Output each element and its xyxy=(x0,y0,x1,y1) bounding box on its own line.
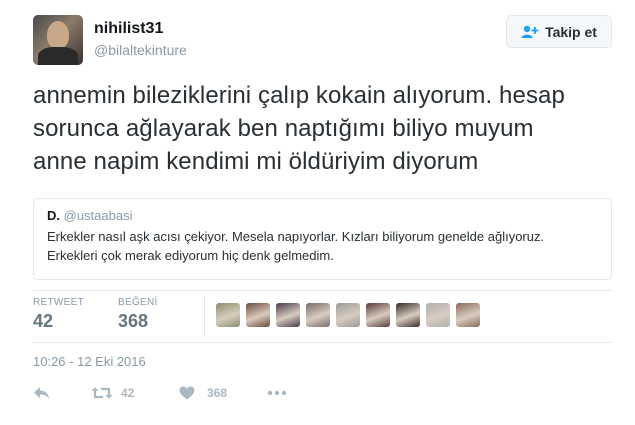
liker-avatar[interactable] xyxy=(456,303,480,327)
user-avatar[interactable] xyxy=(33,15,83,65)
retweet-stat-label: RETWEET xyxy=(33,297,84,308)
stats-separator xyxy=(204,296,205,336)
follow-button[interactable]: Takip et xyxy=(506,15,612,48)
liker-avatar[interactable] xyxy=(306,303,330,327)
like-stat[interactable]: BEĞENİ 368 xyxy=(118,297,158,332)
tweet-timestamp[interactable]: 10:26 - 12 Eki 2016 xyxy=(33,354,146,369)
liker-avatar[interactable] xyxy=(246,303,270,327)
stats-bottom-divider xyxy=(33,342,612,343)
liker-avatar[interactable] xyxy=(216,303,240,327)
retweet-icon xyxy=(91,387,113,399)
liker-avatar[interactable] xyxy=(276,303,300,327)
like-action-count: 368 xyxy=(207,386,228,400)
heart-icon xyxy=(179,386,195,400)
quote-author-name: D. xyxy=(47,208,60,223)
liker-avatars xyxy=(216,303,486,327)
reply-button[interactable] xyxy=(33,386,91,400)
more-dots-icon xyxy=(267,390,287,396)
more-button[interactable] xyxy=(267,390,287,396)
liker-avatar[interactable] xyxy=(336,303,360,327)
quote-author-handle: @ustaabasi xyxy=(63,208,133,223)
tweet-text: annemin bileziklerini çalıp kokain alıyo… xyxy=(33,82,565,175)
like-button[interactable]: 368 xyxy=(179,386,267,400)
quoted-tweet[interactable]: D. @ustaabasi Erkekler nasıl aşk acısı ç… xyxy=(33,198,612,280)
retweet-button[interactable]: 42 xyxy=(91,386,179,400)
user-name[interactable]: nihilist31 xyxy=(94,20,163,38)
stats-top-divider xyxy=(33,290,612,291)
user-handle[interactable]: @bilaltekinture xyxy=(94,42,187,58)
retweet-stat[interactable]: RETWEET 42 xyxy=(33,297,84,332)
tweet-actions: 42 368 xyxy=(33,386,287,400)
like-stat-label: BEĞENİ xyxy=(118,297,158,308)
liker-avatar[interactable] xyxy=(396,303,420,327)
quote-text: Erkekler nasıl aşk acısı çekiyor. Mesela… xyxy=(47,229,545,263)
retweet-action-count: 42 xyxy=(121,386,135,400)
avatar-head xyxy=(47,21,69,49)
avatar-body xyxy=(38,47,78,65)
follow-button-label: Takip et xyxy=(545,23,597,40)
reply-icon xyxy=(34,387,49,399)
liker-avatar[interactable] xyxy=(426,303,450,327)
follow-person-plus-icon xyxy=(521,25,539,38)
quote-author: D. @ustaabasi xyxy=(47,208,598,223)
liker-avatar[interactable] xyxy=(366,303,390,327)
like-stat-count: 368 xyxy=(118,311,149,331)
retweet-stat-count: 42 xyxy=(33,311,54,331)
